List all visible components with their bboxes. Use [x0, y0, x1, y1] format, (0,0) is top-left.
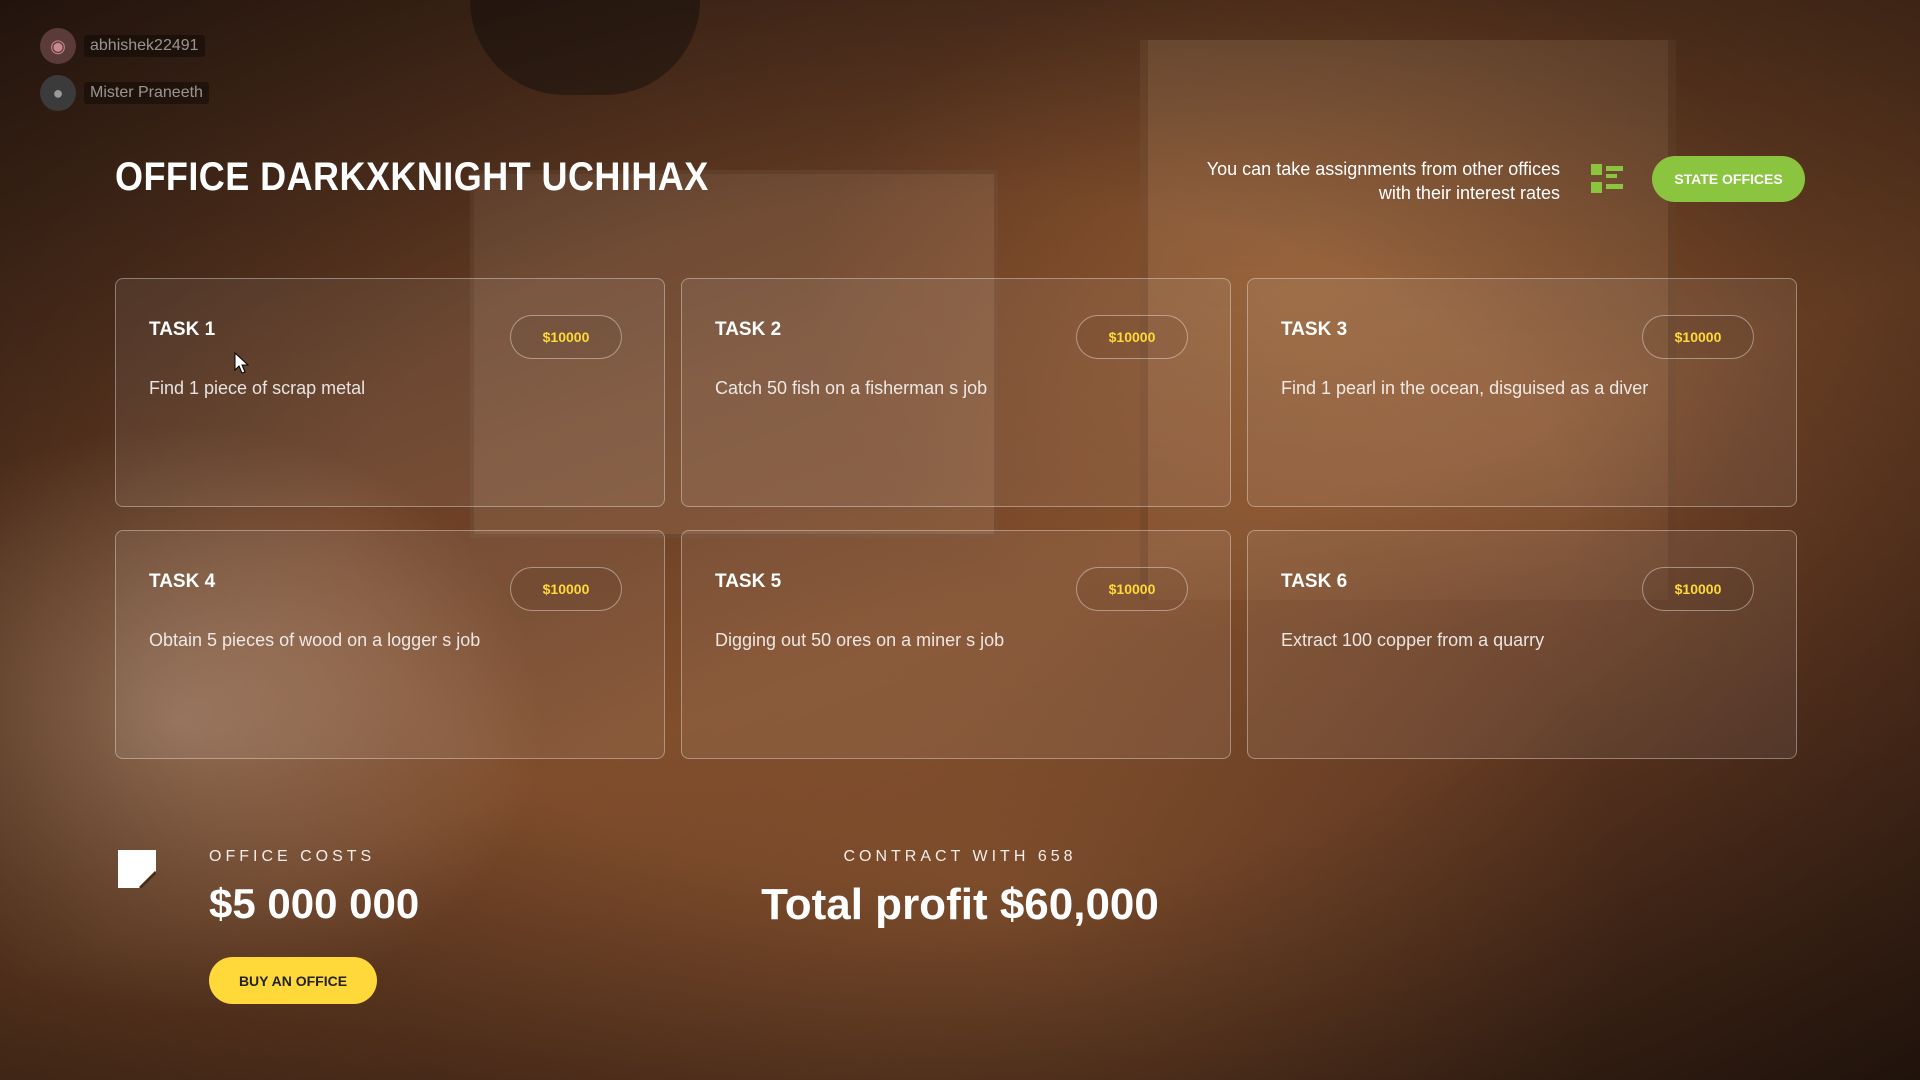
user-tag: ● Mister Praneeth	[40, 75, 209, 111]
document-icon	[118, 850, 156, 888]
assignments-note: You can take assignments from other offi…	[1160, 157, 1560, 205]
list-icon[interactable]	[1591, 164, 1623, 196]
task-title: TASK 3	[1281, 319, 1348, 340]
buy-office-button[interactable]: BUY AN OFFICE	[209, 957, 377, 1004]
task-title: TASK 4	[149, 571, 216, 592]
state-offices-button[interactable]: STATE OFFICES	[1652, 156, 1805, 202]
task-price-button[interactable]: $10000	[510, 567, 622, 611]
task-description: Obtain 5 pieces of wood on a logger s jo…	[149, 630, 481, 650]
page-title: OFFICE DARKXKNIGHT UCHIHAX	[115, 155, 709, 199]
contract-label: CONTRACT WITH 658	[843, 848, 1077, 865]
office-costs-label: OFFICE COSTS	[209, 848, 376, 865]
task-price-button[interactable]: $10000	[1076, 567, 1188, 611]
task-grid: TASK 1 $10000 Find 1 piece of scrap meta…	[115, 278, 1797, 759]
task-card[interactable]: TASK 6 $10000 Extract 100 copper from a …	[1247, 530, 1797, 759]
mouse-cursor-icon	[234, 352, 250, 374]
task-card[interactable]: TASK 2 $10000 Catch 50 fish on a fisherm…	[681, 278, 1231, 507]
task-description: Catch 50 fish on a fisherman s job	[715, 378, 988, 398]
task-price-button[interactable]: $10000	[510, 315, 622, 359]
office-costs-value: $5 000 000	[209, 880, 420, 927]
assignments-note-line: with their interest rates	[1378, 183, 1560, 203]
task-description: Find 1 piece of scrap metal	[149, 378, 366, 398]
task-price-button[interactable]: $10000	[1076, 315, 1188, 359]
task-title: TASK 5	[715, 571, 782, 592]
task-price-button[interactable]: $10000	[1642, 567, 1754, 611]
task-card[interactable]: TASK 3 $10000 Find 1 pearl in the ocean,…	[1247, 278, 1797, 507]
task-price-button[interactable]: $10000	[1642, 315, 1754, 359]
user-name: abhishek22491	[84, 35, 205, 57]
task-title: TASK 1	[149, 319, 216, 340]
task-title: TASK 6	[1281, 571, 1348, 592]
task-description: Extract 100 copper from a quarry	[1281, 630, 1545, 650]
user-name: Mister Praneeth	[84, 82, 209, 104]
user-tag: ◉ abhishek22491	[40, 28, 205, 64]
task-title: TASK 2	[715, 319, 782, 340]
avatar-icon: ●	[40, 75, 76, 111]
task-description: Digging out 50 ores on a miner s job	[715, 630, 1005, 650]
task-description: Find 1 pearl in the ocean, disguised as …	[1281, 378, 1649, 398]
task-card[interactable]: TASK 4 $10000 Obtain 5 pieces of wood on…	[115, 530, 665, 759]
assignments-note-line: You can take assignments from other offi…	[1206, 159, 1560, 179]
task-card[interactable]: TASK 1 $10000 Find 1 piece of scrap meta…	[115, 278, 665, 507]
discord-icon: ◉	[40, 28, 76, 64]
total-profit: Total profit $60,000	[761, 880, 1159, 929]
task-card[interactable]: TASK 5 $10000 Digging out 50 ores on a m…	[681, 530, 1231, 759]
